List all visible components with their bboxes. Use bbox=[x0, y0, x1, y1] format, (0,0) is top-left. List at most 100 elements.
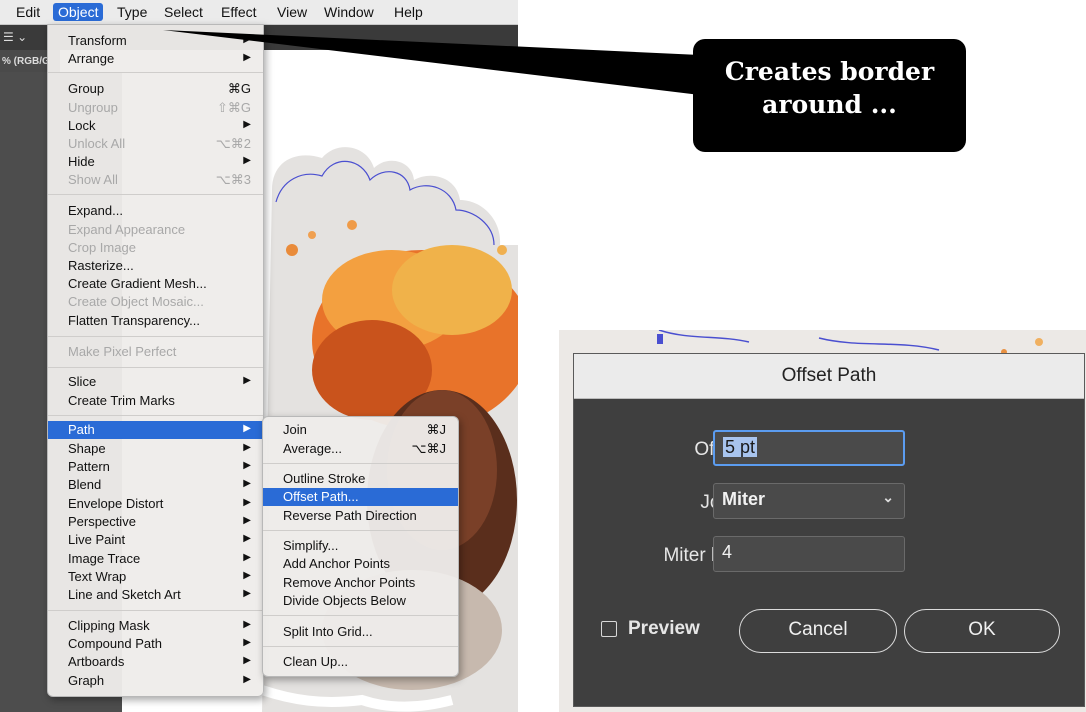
submenu-item-add-anchor-points[interactable]: Add Anchor Points bbox=[263, 555, 458, 573]
menu-item-envelope-distort[interactable]: Envelope Distort ▶ bbox=[48, 495, 263, 513]
submenu-arrow-icon: ▶ bbox=[243, 515, 251, 526]
submenu-item-divide-objects-below[interactable]: Divide Objects Below bbox=[263, 592, 458, 610]
submenu-arrow-icon: ▶ bbox=[243, 655, 251, 666]
submenu-arrow-icon: ▶ bbox=[243, 570, 251, 581]
object-menu: Transform ▶ Arrange ▶ Group ⌘G Ungroup ⇧⌘G L… bbox=[47, 24, 264, 697]
menu-object[interactable]: Object bbox=[53, 3, 104, 21]
menu-type[interactable]: Type bbox=[112, 3, 152, 21]
menu-item-ungroup: Ungroup ⇧⌘G bbox=[68, 100, 251, 115]
miter-limit-value: 4 bbox=[722, 542, 733, 562]
preview-checkbox[interactable] bbox=[601, 621, 617, 637]
callout-annotation: Creates border around ... bbox=[693, 39, 966, 152]
workspace-switcher-icon[interactable]: ☰ ⌄ bbox=[3, 30, 27, 44]
menu-item-lock[interactable]: Lock ▶ bbox=[48, 117, 263, 135]
menu-item-rasterize[interactable]: Rasterize... bbox=[48, 257, 263, 275]
menu-item-make-pixel-perfect: Make Pixel Perfect bbox=[68, 344, 177, 359]
submenu-item-split-into-grid[interactable]: Split Into Grid... bbox=[263, 623, 458, 641]
offset-path-dialog: Offset Path Offset: 5 pt Joins: Miter ⌄ … bbox=[573, 353, 1085, 707]
menu-item-slice[interactable]: Slice ▶ bbox=[48, 373, 263, 391]
chevron-down-icon: ⌄ bbox=[882, 489, 894, 505]
menu-item-expand-appearance: Expand Appearance bbox=[68, 222, 186, 237]
submenu-arrow-icon: ▶ bbox=[243, 478, 251, 489]
menu-separator bbox=[48, 610, 263, 611]
menu-separator bbox=[263, 530, 458, 531]
submenu-arrow-icon: ▶ bbox=[243, 119, 251, 130]
cancel-button[interactable]: Cancel bbox=[739, 609, 897, 653]
submenu-arrow-icon: ▶ bbox=[243, 423, 251, 434]
menu-item-show-all: Show All ⌥⌘3 bbox=[68, 172, 251, 187]
menu-bar: Edit Object Type Select Effect View Wind… bbox=[0, 0, 518, 25]
submenu-arrow-icon: ▶ bbox=[243, 155, 251, 166]
menu-separator bbox=[48, 336, 263, 337]
menu-item-arrange[interactable]: Arrange ▶ bbox=[48, 50, 263, 68]
callout-text: Creates border around ... bbox=[724, 57, 935, 119]
offset-field[interactable]: 5 pt bbox=[713, 430, 905, 466]
submenu-item-clean-up[interactable]: Clean Up... bbox=[263, 653, 458, 671]
menu-effect[interactable]: Effect bbox=[216, 3, 262, 21]
menu-item-create-object-mosaic: Create Object Mosaic... bbox=[68, 294, 204, 309]
submenu-item-simplify[interactable]: Simplify... bbox=[263, 537, 458, 555]
submenu-arrow-icon: ▶ bbox=[243, 552, 251, 563]
menu-item-create-trim-marks[interactable]: Create Trim Marks bbox=[48, 392, 263, 410]
joins-value: Miter bbox=[722, 489, 766, 509]
menu-separator bbox=[48, 415, 263, 416]
submenu-item-average[interactable]: Average... ⌥⌘J bbox=[263, 440, 458, 458]
menu-item-shape[interactable]: Shape ▶ bbox=[48, 440, 263, 458]
submenu-arrow-icon: ▶ bbox=[243, 588, 251, 599]
submenu-arrow-icon: ▶ bbox=[243, 442, 251, 453]
submenu-arrow-icon: ▶ bbox=[243, 674, 251, 685]
offset-value: 5 pt bbox=[723, 437, 758, 457]
menu-item-group[interactable]: Group ⌘G bbox=[48, 80, 263, 98]
menu-item-expand[interactable]: Expand... bbox=[48, 202, 263, 220]
preview-label[interactable]: Preview bbox=[628, 618, 700, 640]
submenu-arrow-icon: ▶ bbox=[243, 619, 251, 630]
menu-separator bbox=[48, 367, 263, 368]
menu-item-perspective[interactable]: Perspective ▶ bbox=[48, 513, 263, 531]
menu-item-crop-image: Crop Image bbox=[68, 240, 136, 255]
path-submenu: Join ⌘J Average... ⌥⌘J Outline Stroke Offs… bbox=[262, 416, 459, 677]
submenu-item-outline-stroke[interactable]: Outline Stroke bbox=[263, 470, 458, 488]
miter-limit-field[interactable]: 4 bbox=[713, 536, 905, 572]
menu-item-text-wrap[interactable]: Text Wrap ▶ bbox=[48, 568, 263, 586]
menu-item-compound-path[interactable]: Compound Path ▶ bbox=[48, 635, 263, 653]
menu-window[interactable]: Window bbox=[319, 3, 379, 21]
menu-separator bbox=[263, 615, 458, 616]
dialog-title: Offset Path bbox=[574, 354, 1084, 399]
menu-help[interactable]: Help bbox=[389, 3, 428, 21]
ok-button[interactable]: OK bbox=[904, 609, 1060, 653]
menu-item-image-trace[interactable]: Image Trace ▶ bbox=[48, 550, 263, 568]
menu-separator bbox=[263, 463, 458, 464]
menu-item-pattern[interactable]: Pattern ▶ bbox=[48, 458, 263, 476]
submenu-arrow-icon: ▶ bbox=[243, 497, 251, 508]
submenu-arrow-icon: ▶ bbox=[243, 637, 251, 648]
submenu-item-offset-path[interactable]: Offset Path... bbox=[263, 488, 458, 506]
menu-edit[interactable]: Edit bbox=[11, 3, 45, 21]
submenu-arrow-icon: ▶ bbox=[243, 533, 251, 544]
menu-item-graph[interactable]: Graph ▶ bbox=[48, 672, 263, 690]
menu-item-flatten-transparency[interactable]: Flatten Transparency... bbox=[48, 312, 263, 330]
menu-select[interactable]: Select bbox=[159, 3, 208, 21]
illustrator-screenshot: Edit Object Type Select Effect View Wind… bbox=[0, 0, 518, 712]
menu-item-hide[interactable]: Hide ▶ bbox=[48, 153, 263, 171]
submenu-arrow-icon: ▶ bbox=[243, 34, 251, 45]
submenu-arrow-icon: ▶ bbox=[243, 460, 251, 471]
menu-item-transform[interactable]: Transform ▶ bbox=[48, 32, 263, 50]
menu-item-clipping-mask[interactable]: Clipping Mask ▶ bbox=[48, 617, 263, 635]
menu-item-path[interactable]: Path ▶ bbox=[48, 421, 263, 439]
joins-select[interactable]: Miter ⌄ bbox=[713, 483, 905, 519]
submenu-item-reverse-path-direction[interactable]: Reverse Path Direction bbox=[263, 507, 458, 525]
submenu-arrow-icon: ▶ bbox=[243, 52, 251, 63]
menu-separator bbox=[48, 72, 263, 73]
menu-item-create-gradient-mesh[interactable]: Create Gradient Mesh... bbox=[48, 275, 263, 293]
menu-item-artboards[interactable]: Artboards ▶ bbox=[48, 653, 263, 671]
menu-item-blend[interactable]: Blend ▶ bbox=[48, 476, 263, 494]
menu-item-unlock-all: Unlock All ⌥⌘2 bbox=[68, 136, 251, 151]
menu-view[interactable]: View bbox=[272, 3, 312, 21]
menu-item-live-paint[interactable]: Live Paint ▶ bbox=[48, 531, 263, 549]
menu-item-line-and-sketch-art[interactable]: Line and Sketch Art ▶ bbox=[48, 586, 263, 604]
menu-separator bbox=[263, 646, 458, 647]
submenu-arrow-icon: ▶ bbox=[243, 375, 251, 386]
menu-separator bbox=[48, 194, 263, 195]
submenu-item-remove-anchor-points[interactable]: Remove Anchor Points bbox=[263, 574, 458, 592]
submenu-item-join[interactable]: Join ⌘J bbox=[263, 421, 458, 439]
